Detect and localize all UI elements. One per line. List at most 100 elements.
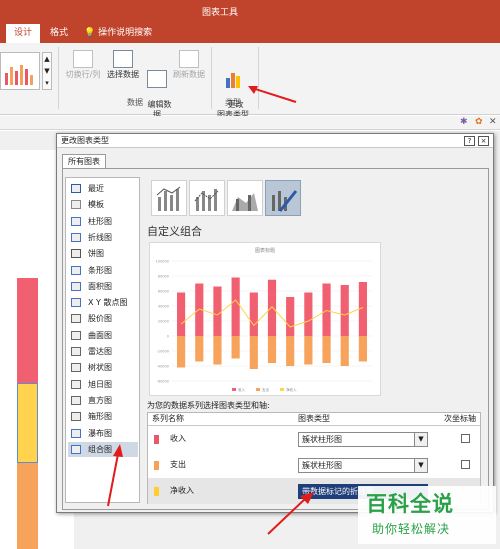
combo-thumb-clustered-column-line[interactable] (151, 180, 187, 216)
pencil-icon (272, 190, 298, 212)
switch-row-col-icon (73, 50, 93, 68)
chart-type-icon (71, 347, 81, 356)
close-pane-icon[interactable]: ✕ (489, 117, 497, 127)
select-data-button[interactable]: 选择数据 (104, 50, 142, 80)
preview-bar (249, 336, 258, 369)
chart-type-item[interactable]: 雷达图 (68, 344, 138, 359)
chart-type-item[interactable]: 旭日图 (68, 377, 138, 392)
help-button[interactable]: ? (464, 136, 475, 146)
watermark-main-text: 百科全说 (366, 492, 454, 516)
tab-all-charts[interactable]: 所有图表 (62, 154, 106, 168)
combo-thumb-custom[interactable] (265, 180, 301, 216)
y-tick-label: 100000 (156, 260, 169, 264)
chart-type-icon (71, 249, 81, 259)
chart-type-icon (71, 330, 81, 340)
chevron-down-icon: ▼ (414, 433, 427, 446)
secondary-axis-checkbox[interactable] (461, 434, 470, 443)
preview-bar (213, 286, 222, 336)
tab-format[interactable]: 格式 (44, 24, 74, 43)
y-tick-label: -40000 (157, 365, 169, 369)
series-name: 收入 (170, 434, 186, 443)
y-tick-label: 40000 (158, 305, 169, 309)
bg-bar-net[interactable] (17, 383, 38, 463)
series-chart-type-select[interactable]: 簇状柱形图 ▼ (298, 458, 428, 473)
preview-bar (267, 336, 277, 363)
chart-type-item[interactable]: 最近 (68, 181, 138, 196)
preview-bar (231, 277, 240, 336)
refresh-data-button[interactable]: 刷新数据 (172, 50, 206, 80)
chart-type-item[interactable]: 曲面图 (68, 328, 138, 343)
chart-type-item[interactable]: 股价图 (68, 311, 138, 326)
chart-style-gallery[interactable] (0, 52, 40, 90)
chart-type-icon (71, 216, 81, 226)
preview-bar (213, 336, 222, 365)
annotation-arrow (107, 444, 123, 507)
combo-thumb-area-column[interactable] (227, 180, 263, 216)
edit-data-button[interactable]: 编辑数 据 (142, 50, 172, 120)
watermark-sub-text: 助你轻松解决 (372, 522, 451, 536)
group-separator (58, 47, 59, 109)
close-button[interactable]: × (478, 136, 489, 146)
preview-bar (177, 336, 186, 368)
preview-bar (267, 279, 277, 336)
col-header-series-name: 系列名称 (152, 414, 184, 423)
secondary-axis-checkbox[interactable] (461, 460, 470, 469)
chart-type-label: 旭日图 (88, 379, 112, 389)
settings-icon[interactable]: ✿ (475, 117, 483, 127)
chart-type-label: 模板 (88, 200, 104, 210)
chart-tools-title: 图表工具 (201, 8, 238, 18)
chart-style-thumbnail (5, 65, 33, 85)
y-tick-label: -20000 (157, 350, 169, 354)
gallery-scroll[interactable]: ▲ ▼ ▾ (42, 52, 52, 90)
refresh-data-icon (179, 50, 199, 68)
chart-type-item[interactable]: 柱形图 (68, 214, 138, 229)
preview-bar (322, 283, 331, 336)
preview-bar (177, 292, 186, 336)
annotation-arrow (248, 86, 297, 103)
annotation-arrow (267, 492, 314, 535)
chart-type-item[interactable]: 模板 (68, 197, 138, 212)
chart-type-item[interactable]: 折线图 (68, 230, 138, 245)
preview-bar (195, 336, 204, 362)
preview-bar (286, 297, 295, 336)
pin-icon[interactable]: ✱ (460, 117, 468, 127)
series-chart-type-select[interactable]: 簇状柱形图 ▼ (298, 432, 428, 447)
combo-thumb-icon (156, 186, 181, 211)
tell-me-search[interactable]: 💡 操作说明搜索 (84, 24, 204, 43)
series-row[interactable]: 支出 簇状柱形图 ▼ (148, 452, 480, 478)
chart-type-item[interactable]: X Y 散点图 (68, 295, 138, 310)
chart-type-item[interactable]: 条形图 (68, 263, 138, 278)
refresh-data-label: 刷新数据 (173, 70, 205, 79)
legend-swatch (232, 388, 236, 391)
ribbon-secondary-bar (0, 116, 500, 130)
chart-type-icon (71, 200, 81, 210)
chart-type-icon (71, 412, 81, 422)
chart-type-item[interactable]: 瀑布图 (68, 426, 138, 441)
chart-type-item[interactable]: 饼图 (68, 246, 138, 261)
series-color-swatch (154, 461, 159, 470)
chart-preview: 图表标题 100000 80000 60000 40000 20000 0 -20000 -4… (149, 242, 381, 396)
switch-row-col-label: 切换行/列 (65, 70, 101, 79)
chart-type-label: 面积图 (88, 281, 112, 291)
y-tick-label: -60000 (157, 380, 169, 384)
chart-type-item[interactable]: 箱形图 (68, 409, 138, 424)
chart-type-item[interactable]: 面积图 (68, 279, 138, 294)
chart-type-icon (71, 444, 81, 454)
chart-type-label: 最近 (88, 184, 104, 193)
preview-chart-svg: 图表标题 100000 80000 60000 40000 20000 0 -20000 -4… (156, 247, 372, 392)
select-data-label: 选择数据 (107, 70, 139, 79)
chart-type-icon (71, 281, 81, 291)
preview-bar (358, 336, 367, 362)
chart-type-icon (71, 184, 81, 193)
switch-row-col-button[interactable]: 切换行/列 (62, 50, 104, 80)
series-row[interactable]: 收入 簇状柱形图 ▼ (148, 426, 480, 452)
chart-type-item[interactable]: 树状图 (68, 360, 138, 375)
tab-design[interactable]: 设计 (6, 24, 40, 43)
chart-type-icon (71, 232, 81, 242)
chart-type-item[interactable]: 直方图 (68, 393, 138, 408)
combo-thumb-column-line-secondary[interactable] (189, 180, 225, 216)
chart-type-icon (71, 363, 81, 373)
chart-type-label: 饼图 (88, 249, 104, 259)
combo-thumb-icon (194, 189, 219, 211)
chart-type-label: 雷达图 (88, 347, 112, 356)
